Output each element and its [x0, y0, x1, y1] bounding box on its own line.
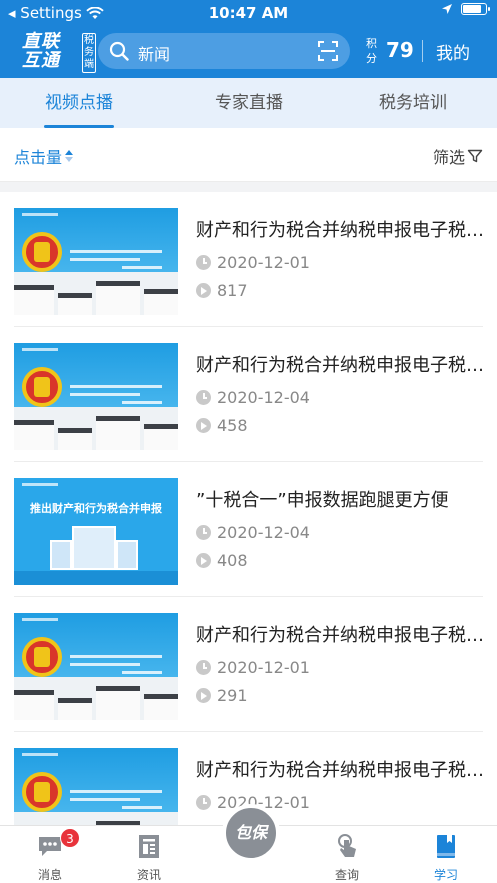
clock-icon: [196, 390, 211, 405]
messages-badge: 3: [60, 828, 80, 848]
video-title: 财产和行为税合并纳税申报电子税务局操作: [196, 625, 484, 646]
video-views-text: 817: [217, 281, 248, 300]
clock-icon: [196, 795, 211, 810]
sort-arrows-icon: [65, 149, 74, 163]
tax-emblem-icon: [22, 367, 62, 407]
category-tabs: 视频点播 专家直播 税务培训: [0, 78, 497, 128]
clock-icon: [196, 660, 211, 675]
tabbar-news-label: 资讯: [136, 868, 161, 882]
tab-tax-training[interactable]: 税务培训: [334, 78, 492, 128]
play-icon: [196, 283, 211, 298]
list-item[interactable]: 推出财产和行为税合并申报 ”十税合一”申报数据跑腿更方便 2020-12-04 …: [0, 462, 497, 597]
video-thumbnail: 推出财产和行为税合并申报: [14, 478, 178, 585]
filter-bar: 点击量 筛选: [0, 128, 497, 182]
list-item[interactable]: 财产和行为税合并纳税申报电子税务局操作 2020-12-01 817: [0, 192, 497, 327]
building-illustration: [72, 526, 116, 570]
mine-button[interactable]: 我的: [436, 39, 470, 64]
video-views: 817: [196, 281, 248, 300]
funnel-icon: [467, 149, 483, 163]
video-date: 2020-12-01: [196, 658, 310, 677]
search-placeholder: 新闻: [138, 45, 171, 64]
filter-label: 筛选: [432, 148, 465, 167]
tab-video-on-demand[interactable]: 视频点播: [0, 78, 158, 128]
status-bar: ◂ Settings 10:47 AM: [0, 0, 497, 26]
video-title: ”十税合一”申报数据跑腿更方便: [196, 490, 449, 511]
video-views: 458: [196, 416, 248, 435]
tax-emblem-icon: [22, 772, 62, 812]
video-title: 财产和行为税合并纳税申报电子税务局操作: [196, 355, 484, 376]
tabbar-news[interactable]: 资讯: [109, 826, 189, 883]
book-icon: [437, 835, 455, 858]
video-views: 291: [196, 686, 248, 705]
sort-by-clicks-button[interactable]: 点击量: [14, 144, 74, 168]
bottom-tab-bar: 3 消息 资讯 包保 查询 学习: [0, 804, 497, 883]
video-date-text: 2020-12-04: [217, 388, 310, 407]
tabbar-study-label: 学习: [433, 868, 458, 882]
app-logo: 直联互通 税务端: [22, 31, 98, 73]
tabbar-study[interactable]: 学习: [406, 826, 486, 883]
clock-icon: [196, 255, 211, 270]
header-divider: [422, 40, 423, 62]
video-thumbnail: [14, 208, 178, 315]
location-icon: [442, 4, 452, 14]
center-baobao-button[interactable]: 包保: [222, 804, 280, 862]
status-time: 10:47 AM: [208, 4, 289, 22]
filter-button[interactable]: 筛选: [433, 144, 483, 168]
scan-icon[interactable]: [318, 41, 338, 61]
video-views-text: 291: [217, 686, 248, 705]
play-icon: [196, 553, 211, 568]
video-date: 2020-12-04: [196, 388, 310, 407]
video-date-text: 2020-12-01: [217, 253, 310, 272]
tab-expert-live[interactable]: 专家直播: [170, 78, 328, 128]
video-views: 408: [196, 551, 248, 570]
sort-label: 点击量: [14, 148, 63, 167]
tabbar-query[interactable]: 查询: [307, 826, 387, 883]
play-icon: [196, 688, 211, 703]
list-item[interactable]: 财产和行为税合并纳税申报电子税务局操作 2020-12-04 458: [0, 327, 497, 462]
video-title: 财产和行为税合并纳税申报电子税务局操作: [196, 760, 484, 781]
video-date: 2020-12-04: [196, 523, 310, 542]
tabbar-messages[interactable]: 3 消息: [10, 826, 90, 883]
video-views-text: 458: [217, 416, 248, 435]
video-thumbnail: [14, 343, 178, 450]
video-date-text: 2020-12-01: [217, 658, 310, 677]
app-header: ◂ Settings 10:47 AM 直联互通 税务端 新闻 积分 79 我的: [0, 0, 497, 78]
video-views-text: 408: [217, 551, 248, 570]
list-item[interactable]: 财产和行为税合并纳税申报电子税务局操作 2020-12-01 291: [0, 597, 497, 732]
tax-emblem-icon: [22, 637, 62, 677]
tabbar-messages-label: 消息: [37, 868, 62, 882]
video-thumbnail: [14, 613, 178, 720]
clock-icon: [196, 525, 211, 540]
tabbar-query-label: 查询: [334, 868, 359, 882]
video-date: 2020-12-01: [196, 253, 310, 272]
newspaper-icon: [139, 835, 159, 858]
touch-hand-icon: [338, 834, 356, 857]
play-icon: [196, 418, 211, 433]
search-input[interactable]: 新闻: [98, 33, 350, 69]
video-thumbnail: [14, 748, 178, 825]
points-label: 积分: [366, 37, 377, 65]
logo-main-text: 直联互通: [22, 31, 60, 71]
battery-icon: [461, 3, 490, 15]
search-icon: [109, 41, 129, 61]
thumbnail-banner-text: 推出财产和行为税合并申报: [30, 502, 162, 515]
logo-side-text: 税务端: [82, 33, 96, 73]
video-list: 财产和行为税合并纳税申报电子税务局操作 2020-12-01 817: [0, 192, 497, 825]
video-title: 财产和行为税合并纳税申报电子税务局操作: [196, 220, 484, 241]
points-value: 79: [386, 38, 414, 62]
tax-emblem-icon: [22, 232, 62, 272]
video-date-text: 2020-12-04: [217, 523, 310, 542]
